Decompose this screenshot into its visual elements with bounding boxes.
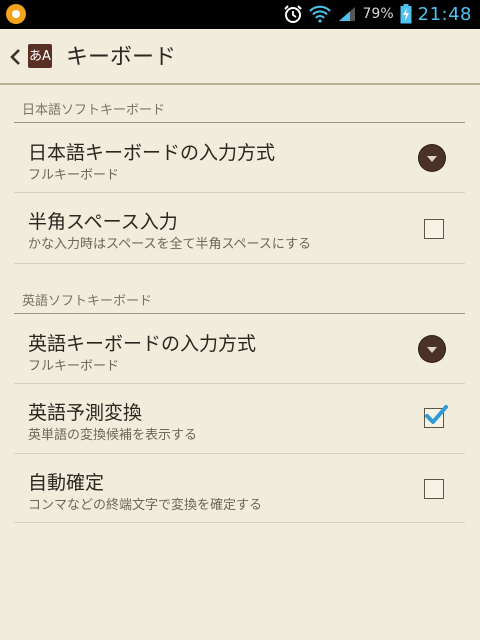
checkmark-icon xyxy=(425,405,448,424)
english-prediction-checkbox[interactable] xyxy=(424,405,448,428)
setting-title: 自動確定 xyxy=(28,472,105,494)
setting-row-english-input-method[interactable]: 英語キーボードの入力方式 フルキーボード xyxy=(14,315,465,383)
page-title: キーボード xyxy=(66,45,177,70)
section-divider xyxy=(14,122,465,123)
battery-charging-icon xyxy=(400,4,412,24)
setting-subtitle: かな入力時はスペースを全て半角スペースにする xyxy=(28,237,312,252)
setting-subtitle: フルキーボード xyxy=(28,168,120,183)
section-header-english: 英語ソフトキーボード xyxy=(22,294,153,309)
setting-title: 日本語キーボードの入力方式 xyxy=(28,142,276,164)
auto-confirm-checkbox[interactable] xyxy=(424,479,444,499)
setting-row-auto-confirm[interactable]: 自動確定 コンマなどの終端文字で変換を確定する xyxy=(14,454,465,522)
dropdown-arrow-icon[interactable] xyxy=(419,336,445,362)
setting-subtitle: コンマなどの終端文字で変換を確定する xyxy=(28,498,263,513)
keyboard-app-icon[interactable]: あA xyxy=(28,44,52,68)
wifi-icon xyxy=(308,5,331,23)
back-chevron-icon[interactable] xyxy=(9,47,23,67)
action-bar: あA キーボード xyxy=(0,29,480,84)
setting-title: 半角スペース入力 xyxy=(28,211,178,233)
header-divider xyxy=(0,83,480,85)
setting-title: 英語予測変換 xyxy=(28,402,143,424)
setting-row-japanese-input-method[interactable]: 日本語キーボードの入力方式 フルキーボード xyxy=(14,124,465,192)
setting-title: 英語キーボードの入力方式 xyxy=(28,333,257,355)
row-divider xyxy=(14,522,465,523)
battery-percent: 79% xyxy=(362,6,394,22)
section-header-japanese: 日本語ソフトキーボード xyxy=(22,103,166,118)
half-width-space-checkbox[interactable] xyxy=(424,219,444,239)
dropdown-arrow-icon[interactable] xyxy=(419,145,445,171)
clock: 21:48 xyxy=(417,3,472,25)
section-divider xyxy=(14,313,465,314)
notification-icon xyxy=(6,4,26,24)
row-divider xyxy=(14,263,465,264)
setting-row-half-width-space[interactable]: 半角スペース入力 かな入力時はスペースを全て半角スペースにする xyxy=(14,193,465,263)
status-bar: 79% 21:48 xyxy=(0,0,480,29)
setting-row-english-prediction[interactable]: 英語予測変換 英単語の変換候補を表示する xyxy=(14,384,465,453)
alarm-icon xyxy=(283,4,303,24)
setting-subtitle: フルキーボード xyxy=(28,359,120,374)
signal-icon xyxy=(337,5,357,23)
setting-subtitle: 英単語の変換候補を表示する xyxy=(28,428,198,443)
